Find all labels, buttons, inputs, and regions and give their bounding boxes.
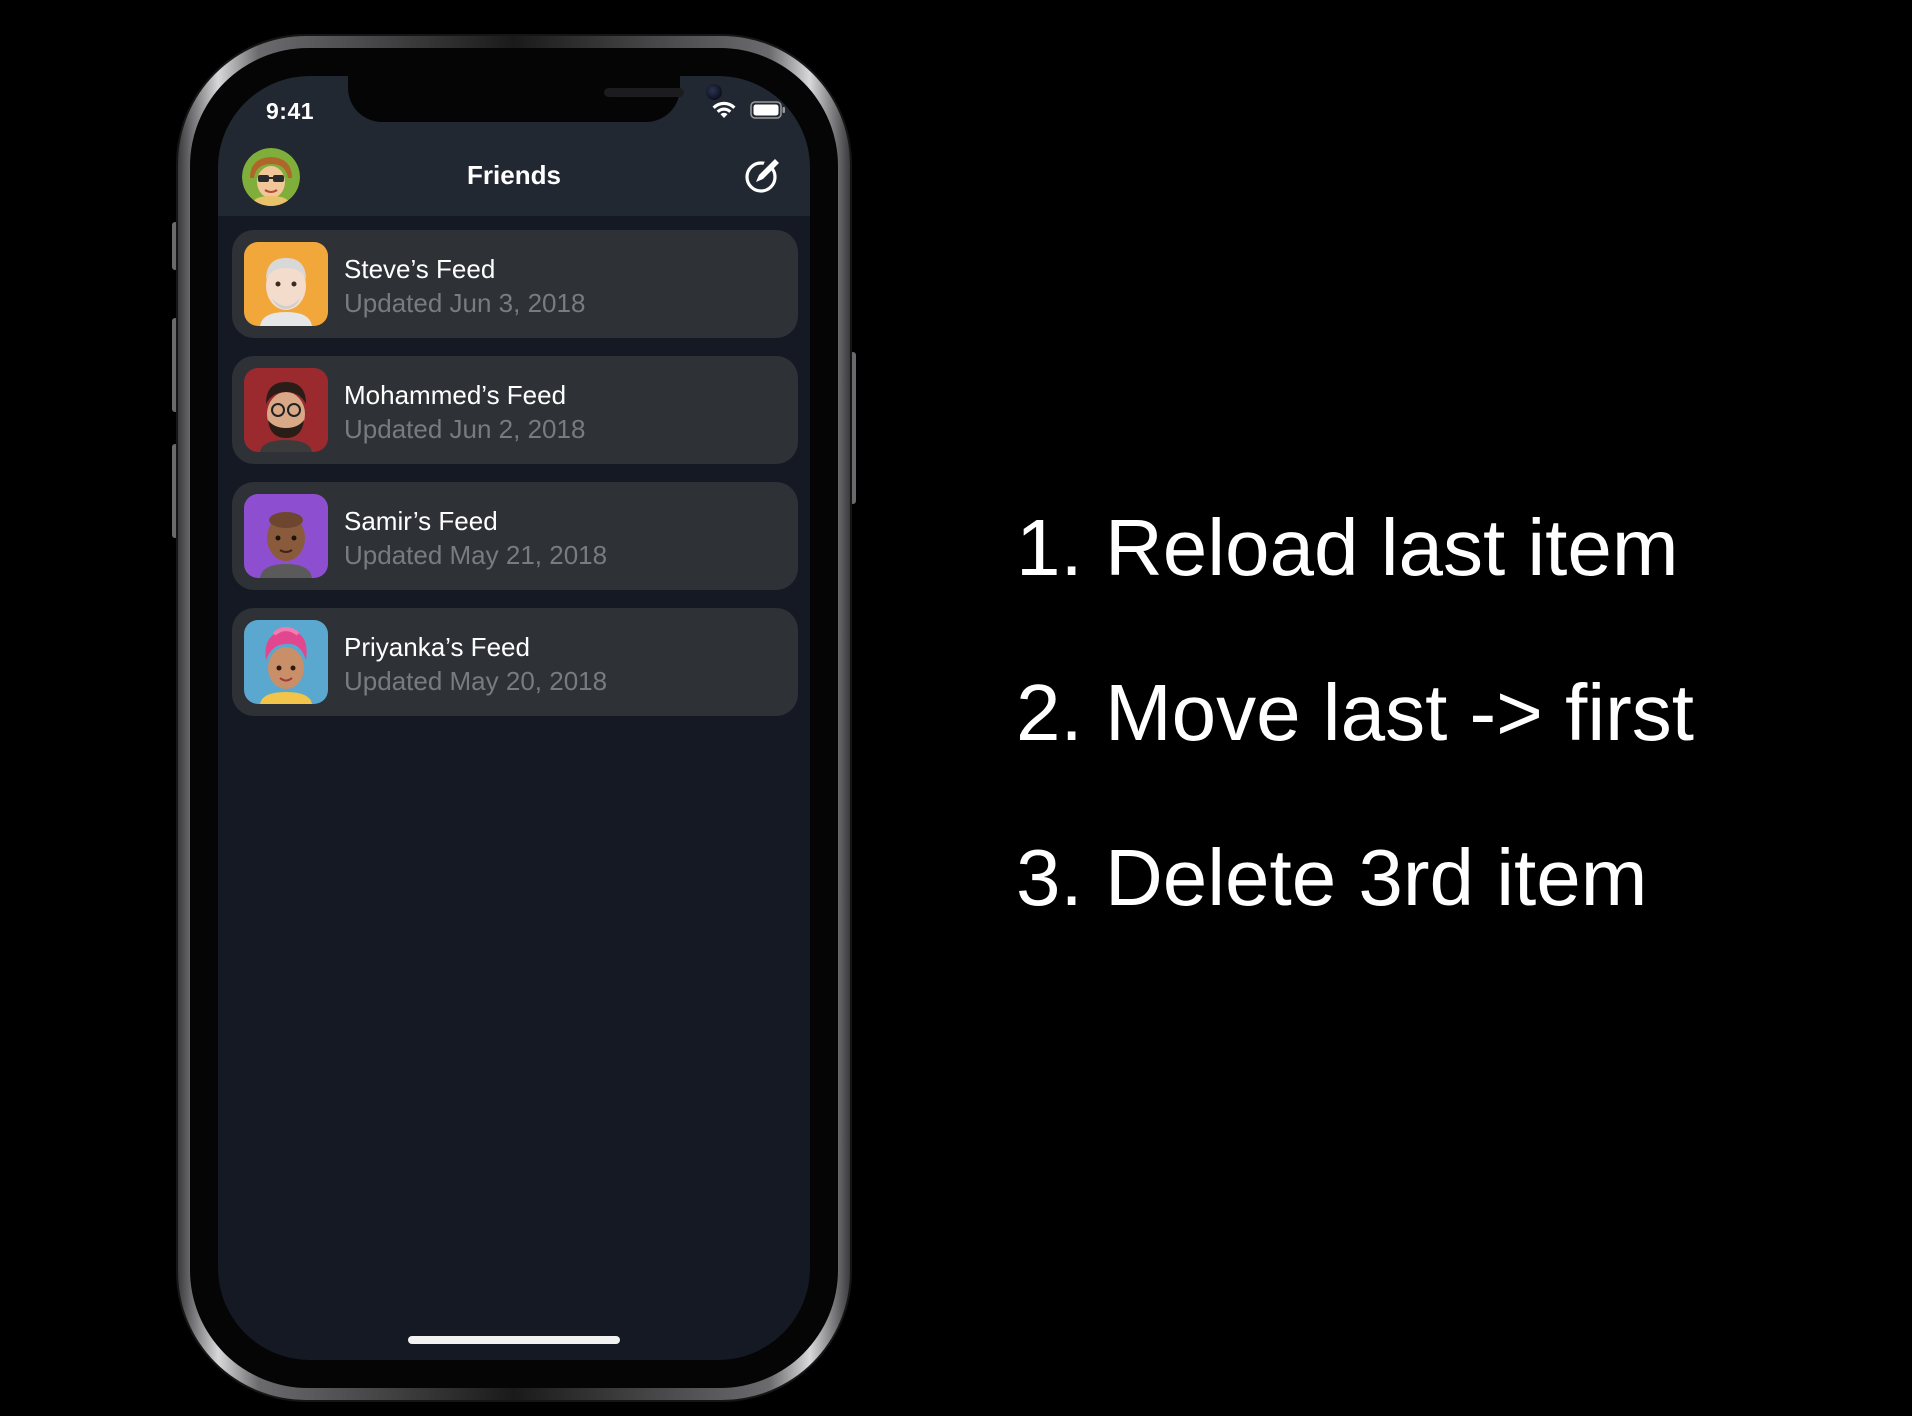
feed-avatar [244,368,328,452]
feed-title: Mohammed’s Feed [344,380,567,410]
phone-screen: 9:41 Friends Steve’s Feed Updated Jun 3,… [218,76,810,1360]
feed-avatar [244,494,328,578]
feed-subtitle: Updated May 21, 2018 [344,540,608,570]
feed-title: Steve’s Feed [344,254,496,284]
feed-card[interactable]: Mohammed’s Feed Updated Jun 2, 2018 [232,356,798,464]
step-item: 1. Reload last item [1016,503,1679,592]
memoji-avatar [244,242,328,326]
memoji-avatar [244,494,328,578]
camera-icon [706,84,722,100]
side-button [850,352,856,504]
memoji-avatar [244,620,328,704]
step-item: 3. Delete 3rd item [1016,833,1648,922]
feed-card[interactable]: Priyanka’s Feed Updated May 20, 2018 [232,608,798,716]
memoji-avatar [244,368,328,452]
feed-card[interactable]: Samir’s Feed Updated May 21, 2018 [232,482,798,590]
feed-title: Priyanka’s Feed [344,632,530,662]
feed-avatar [244,620,328,704]
home-indicator[interactable] [408,1336,620,1344]
feed-avatar [244,242,328,326]
step-item: 2. Move last -> first [1016,668,1694,757]
navigation-bar: Friends [218,138,810,216]
page-title: Friends [467,160,561,190]
feed-title: Samir’s Feed [344,506,498,536]
battery-full-icon [750,101,785,119]
wifi-icon [712,101,736,118]
slide: 9:41 Friends Steve’s Feed Updated Jun 3,… [0,0,1912,1416]
feed-subtitle: Updated Jun 3, 2018 [344,288,586,318]
feed-subtitle: Updated May 20, 2018 [344,666,608,696]
compose-icon[interactable] [742,154,784,196]
feed-list: Steve’s Feed Updated Jun 3, 2018 Mohamme… [232,230,798,734]
status-time: 9:41 [266,98,315,124]
feed-card[interactable]: Steve’s Feed Updated Jun 3, 2018 [232,230,798,338]
speaker-grille [604,88,684,97]
feed-subtitle: Updated Jun 2, 2018 [344,414,586,444]
notch [348,76,722,122]
step-list: 1. Reload last item 2. Move last -> firs… [1016,500,1694,995]
